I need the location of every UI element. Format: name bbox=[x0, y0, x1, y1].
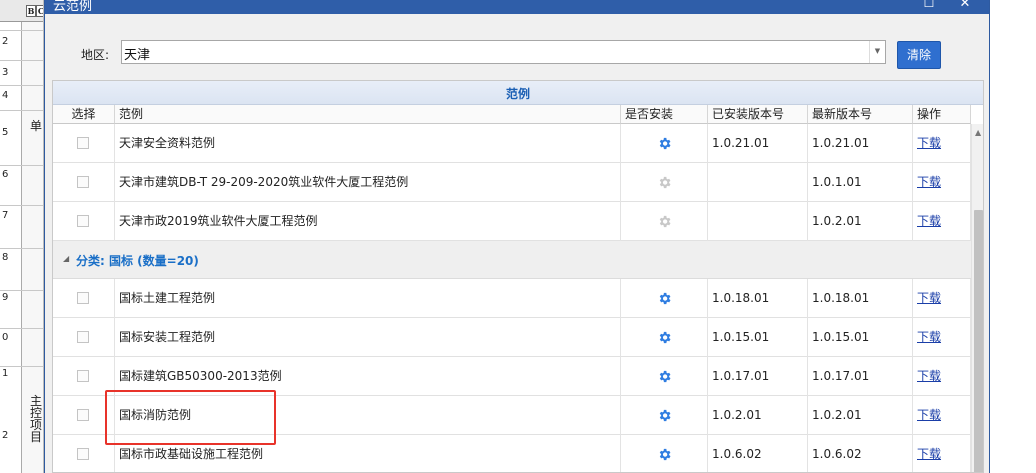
row-checkbox[interactable] bbox=[77, 409, 89, 421]
column-header-action[interactable]: 操作 bbox=[913, 105, 971, 124]
row-number: 0 bbox=[2, 332, 9, 343]
table-row[interactable]: 国标安装工程范例 1.0.15.01 1.0.15.01 下载 bbox=[53, 318, 971, 357]
collapse-arrow-icon[interactable]: ◢ bbox=[63, 254, 69, 263]
column-letter-b: B bbox=[26, 5, 36, 17]
region-label: 地区: bbox=[81, 48, 110, 62]
installed-version: 1.0.6.02 bbox=[708, 435, 808, 472]
maximize-icon[interactable]: ☐ bbox=[919, 0, 939, 10]
latest-version: 1.0.15.01 bbox=[808, 318, 913, 357]
category-label: 分类: 国标 (数量=20) bbox=[76, 254, 199, 268]
row-checkbox[interactable] bbox=[77, 176, 89, 188]
chevron-down-icon[interactable]: ▼ bbox=[869, 41, 885, 63]
table-row[interactable]: 国标土建工程范例 1.0.18.01 1.0.18.01 下载 bbox=[53, 279, 971, 318]
sheet-cell-text: 单 bbox=[30, 119, 43, 133]
column-header-latest-version[interactable]: 最新版本号 bbox=[808, 105, 913, 124]
row-number: 8 bbox=[2, 252, 9, 263]
installed-version bbox=[708, 163, 808, 202]
download-link[interactable]: 下载 bbox=[917, 214, 941, 228]
gear-icon[interactable] bbox=[621, 202, 707, 241]
example-name: 国标安装工程范例 bbox=[115, 318, 621, 357]
example-name: 天津市建筑DB-T 29-209-2020筑业软件大厦工程范例 bbox=[115, 163, 621, 202]
row-number: 9 bbox=[2, 292, 9, 303]
latest-version: 1.0.6.02 bbox=[808, 435, 913, 472]
row-number: 2 bbox=[2, 36, 9, 47]
background-spreadsheet: B C 2 3 4 5 6 7 8 9 0 1 2 单 主控项目 bbox=[0, 0, 44, 473]
latest-version: 1.0.2.01 bbox=[808, 396, 913, 435]
gear-icon[interactable] bbox=[621, 318, 707, 357]
latest-version: 1.0.17.01 bbox=[808, 357, 913, 396]
grid-group-title: 范例 bbox=[505, 87, 530, 101]
vertical-scrollbar[interactable]: ▲ bbox=[971, 124, 983, 472]
download-link[interactable]: 下载 bbox=[917, 447, 941, 461]
row-number: 7 bbox=[2, 210, 9, 221]
download-link[interactable]: 下载 bbox=[917, 408, 941, 422]
installed-version: 1.0.18.01 bbox=[708, 279, 808, 318]
sheet-column-header: B C bbox=[0, 0, 44, 22]
category-row-guobiao[interactable]: ◢ 分类: 国标 (数量=20) bbox=[53, 241, 971, 279]
installed-version bbox=[708, 202, 808, 241]
scrollbar-thumb[interactable] bbox=[974, 210, 983, 472]
example-name: 国标土建工程范例 bbox=[115, 279, 621, 318]
column-letter-c: C bbox=[36, 5, 44, 17]
row-number: 3 bbox=[2, 67, 9, 78]
grid-group-header: 范例 bbox=[53, 81, 983, 105]
gear-icon[interactable] bbox=[621, 279, 707, 318]
latest-version: 1.0.21.01 bbox=[808, 124, 913, 163]
download-link[interactable]: 下载 bbox=[917, 136, 941, 150]
download-link[interactable]: 下载 bbox=[917, 369, 941, 383]
installed-version: 1.0.15.01 bbox=[708, 318, 808, 357]
sheet-cell-text: 主控项目 bbox=[30, 394, 43, 444]
row-checkbox[interactable] bbox=[77, 331, 89, 343]
row-number: 4 bbox=[2, 90, 9, 101]
column-header-installed[interactable]: 是否安装 bbox=[621, 105, 708, 124]
download-link[interactable]: 下载 bbox=[917, 330, 941, 344]
installed-version: 1.0.2.01 bbox=[708, 396, 808, 435]
gear-icon[interactable] bbox=[621, 163, 707, 202]
clear-button[interactable]: 清除 bbox=[897, 41, 941, 69]
close-icon[interactable]: ✕ bbox=[955, 0, 975, 11]
highlight-annotation-box bbox=[105, 390, 276, 445]
table-row[interactable]: 天津市政2019筑业软件大厦工程范例 1.0.2.01 下载 bbox=[53, 202, 971, 241]
row-number: 5 bbox=[2, 127, 9, 138]
gear-icon[interactable] bbox=[621, 357, 707, 396]
installed-version: 1.0.21.01 bbox=[708, 124, 808, 163]
row-checkbox[interactable] bbox=[77, 292, 89, 304]
column-header-select[interactable]: 选择 bbox=[53, 105, 115, 124]
example-name: 天津安全资料范例 bbox=[115, 124, 621, 163]
row-checkbox[interactable] bbox=[77, 215, 89, 227]
column-header-name[interactable]: 范例 bbox=[115, 105, 621, 124]
download-link[interactable]: 下载 bbox=[917, 291, 941, 305]
row-checkbox[interactable] bbox=[77, 448, 89, 460]
latest-version: 1.0.18.01 bbox=[808, 279, 913, 318]
download-link[interactable]: 下载 bbox=[917, 175, 941, 189]
table-row[interactable]: 天津市建筑DB-T 29-209-2020筑业软件大厦工程范例 1.0.1.01… bbox=[53, 163, 971, 202]
installed-version: 1.0.17.01 bbox=[708, 357, 808, 396]
latest-version: 1.0.2.01 bbox=[808, 202, 913, 241]
scroll-up-arrow-icon[interactable]: ▲ bbox=[975, 128, 981, 137]
dialog-titlebar: 云范例 ☐ ✕ bbox=[45, 0, 989, 14]
row-checkbox[interactable] bbox=[77, 370, 89, 382]
region-value: 天津 bbox=[124, 48, 151, 63]
row-number: 6 bbox=[2, 169, 9, 180]
row-number: 1 bbox=[2, 368, 9, 379]
table-row[interactable]: 天津安全资料范例 1.0.21.01 1.0.21.01 下载 bbox=[53, 124, 971, 163]
gear-icon[interactable] bbox=[621, 124, 707, 163]
gear-icon[interactable] bbox=[621, 396, 707, 435]
row-number: 2 bbox=[2, 430, 9, 441]
example-name: 天津市政2019筑业软件大厦工程范例 bbox=[115, 202, 621, 241]
gear-icon[interactable] bbox=[621, 435, 707, 472]
row-checkbox[interactable] bbox=[77, 137, 89, 149]
dialog-title: 云范例 bbox=[53, 0, 93, 14]
latest-version: 1.0.1.01 bbox=[808, 163, 913, 202]
region-select[interactable]: 天津 ▼ bbox=[121, 40, 886, 64]
column-header-installed-version[interactable]: 已安装版本号 bbox=[708, 105, 808, 124]
